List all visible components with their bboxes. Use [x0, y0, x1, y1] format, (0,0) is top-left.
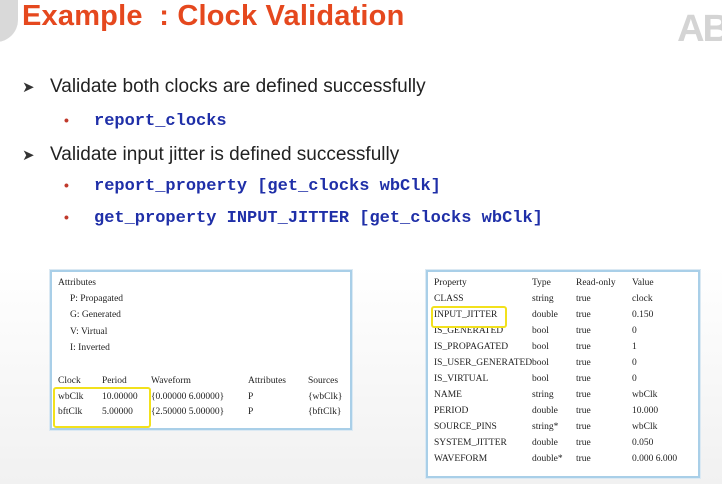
sub-bullet-item: • report_property [get_clocks wbClk]: [64, 177, 441, 196]
table-cell: 0: [632, 326, 637, 336]
legend-item: I: Inverted: [70, 343, 110, 353]
column-header: Period: [102, 376, 127, 386]
bullet-text: Validate both clocks are defined success…: [50, 76, 426, 97]
dot-bullet-icon: •: [64, 209, 69, 225]
table-cell: 10.000: [632, 406, 659, 416]
table-cell: true: [576, 342, 591, 352]
column-header: Clock: [58, 376, 81, 386]
column-header: Sources: [308, 376, 339, 386]
column-header: Type: [532, 278, 551, 288]
sub-bullet-item: • report_clocks: [64, 112, 227, 131]
table-cell: wbClk: [632, 390, 658, 400]
highlight-box: [431, 306, 507, 328]
table-cell: NAME: [434, 390, 462, 400]
code-text: report_clocks: [94, 112, 227, 131]
dot-bullet-icon: •: [64, 177, 69, 193]
brand-logo: AB: [677, 8, 722, 50]
bullet-item: ➤ Validate both clocks are defined succes…: [22, 76, 426, 98]
table-cell: 0.050: [632, 438, 654, 448]
table-cell: double: [532, 438, 558, 448]
table-cell: {bftClk}: [308, 407, 342, 417]
corner-decoration: [0, 0, 18, 42]
table-cell: bool: [532, 342, 549, 352]
table-cell: IS_PROPAGATED: [434, 342, 509, 352]
table-cell: true: [576, 326, 591, 336]
highlight-box: [53, 387, 151, 428]
table-cell: true: [576, 374, 591, 384]
table-cell: string*: [532, 422, 559, 432]
bullet-item: ➤ Validate input jitter is defined succes…: [22, 144, 399, 166]
table-cell: double*: [532, 454, 563, 464]
column-header: Property: [434, 278, 467, 288]
table-cell: SOURCE_PINS: [434, 422, 497, 432]
table-cell: CLASS: [434, 294, 464, 304]
legend-item: V: Virtual: [70, 327, 108, 337]
table-cell: bool: [532, 374, 549, 384]
property-report-panel: Property Type Read-only Value CLASS stri…: [426, 270, 700, 478]
table-cell: {wbClk}: [308, 392, 343, 402]
code-text: get_property INPUT_JITTER [get_clocks wb…: [94, 209, 543, 228]
table-cell: true: [576, 294, 591, 304]
table-cell: string: [532, 390, 554, 400]
column-header: Value: [632, 278, 654, 288]
table-cell: string: [532, 294, 554, 304]
table-cell: 0: [632, 374, 637, 384]
slide-title: Example : Clock Validation: [22, 0, 405, 32]
table-cell: true: [576, 358, 591, 368]
table-cell: P: [248, 392, 254, 402]
table-cell: P: [248, 407, 254, 417]
table-cell: bool: [532, 358, 549, 368]
clock-report-panel: Attributes P: Propagated G: Generated V:…: [50, 270, 352, 430]
table-cell: IS_USER_GENERATED: [434, 358, 533, 368]
column-header: Waveform: [151, 376, 191, 386]
table-cell: 0.150: [632, 310, 654, 320]
table-cell: {0.00000 6.00000}: [151, 392, 225, 402]
table-cell: 0.000 6.000: [632, 454, 678, 464]
table-cell: true: [576, 310, 591, 320]
table-cell: double: [532, 406, 558, 416]
table-cell: 1: [632, 342, 637, 352]
table-cell: {2.50000 5.00000}: [151, 407, 225, 417]
table-cell: wbClk: [632, 422, 658, 432]
table-cell: true: [576, 422, 591, 432]
table-cell: clock: [632, 294, 653, 304]
code-text: report_property [get_clocks wbClk]: [94, 177, 441, 196]
attributes-heading: Attributes: [58, 278, 96, 288]
arrow-bullet-icon: ➤: [22, 79, 35, 96]
table-cell: PERIOD: [434, 406, 469, 416]
bullet-text: Validate input jitter is defined success…: [50, 144, 400, 165]
table-cell: true: [576, 438, 591, 448]
table-cell: 0: [632, 358, 637, 368]
table-cell: IS_VIRTUAL: [434, 374, 489, 384]
table-cell: true: [576, 454, 591, 464]
dot-bullet-icon: •: [64, 112, 69, 128]
table-cell: SYSTEM_JITTER: [434, 438, 507, 448]
arrow-bullet-icon: ➤: [22, 147, 35, 164]
legend-item: G: Generated: [70, 310, 121, 320]
sub-bullet-item: • get_property INPUT_JITTER [get_clocks w…: [64, 209, 543, 228]
table-cell: true: [576, 406, 591, 416]
table-cell: true: [576, 390, 591, 400]
legend-item: P: Propagated: [70, 294, 124, 304]
table-cell: WAVEFORM: [434, 454, 488, 464]
column-header: Read-only: [576, 278, 616, 288]
table-cell: double: [532, 310, 558, 320]
table-cell: bool: [532, 326, 549, 336]
column-header: Attributes: [248, 376, 286, 386]
